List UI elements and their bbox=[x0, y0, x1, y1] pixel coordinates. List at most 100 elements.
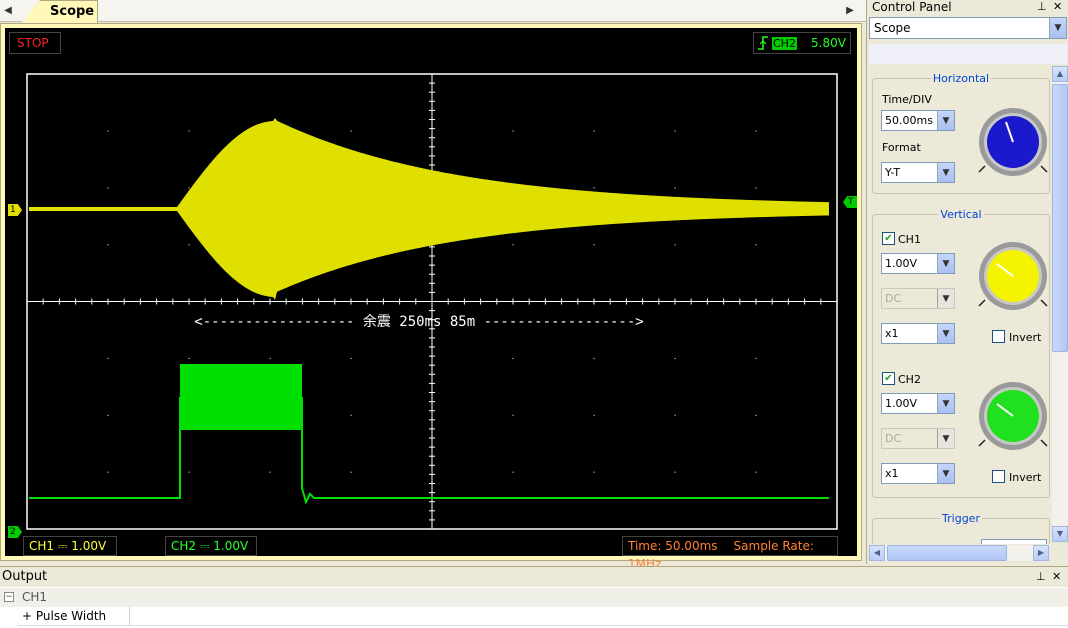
ch1-probe-select[interactable]: x1 ▼ bbox=[881, 323, 955, 344]
time-div-select[interactable]: 50.00ms ▼ bbox=[881, 110, 955, 131]
graticule-dot bbox=[269, 357, 271, 360]
ch2-label: CH2 bbox=[898, 373, 921, 386]
hscroll-thumb[interactable] bbox=[887, 545, 1007, 561]
output-tree-group[interactable]: − CH1 bbox=[0, 588, 1068, 607]
time-per-div: Time: 50.00ms bbox=[628, 539, 718, 553]
ch1-scale-readout: CH1 ⎓ 1.00V bbox=[23, 536, 117, 556]
format-select[interactable]: Y-T ▼ bbox=[881, 162, 955, 183]
scope-pane: ◀ Scope ▶ STOP CH2 5.80V <--------------… bbox=[0, 0, 866, 571]
trigger-title: Trigger bbox=[940, 512, 982, 525]
chevron-down-icon[interactable]: ▼ bbox=[1049, 18, 1066, 38]
output-tree-item[interactable]: + Pulse Width bbox=[18, 607, 1068, 626]
graticule-dot bbox=[512, 414, 514, 416]
panel-spacer bbox=[869, 44, 1067, 64]
scroll-down-icon[interactable]: ▼ bbox=[1052, 526, 1068, 542]
format-label: Format bbox=[882, 141, 921, 154]
tab-scope[interactable]: Scope bbox=[22, 0, 98, 23]
timebase-knob[interactable] bbox=[977, 106, 1049, 178]
ch1-volts-select[interactable]: 1.00V ▼ bbox=[881, 253, 955, 274]
graticule-dot bbox=[431, 471, 433, 473]
ch2-volts-knob[interactable] bbox=[977, 380, 1049, 452]
ch1-volts-knob[interactable] bbox=[977, 240, 1049, 312]
graticule-dot bbox=[674, 130, 676, 132]
graticule-dot bbox=[188, 187, 190, 189]
close-icon[interactable]: ✕ bbox=[1052, 570, 1061, 584]
mode-select[interactable]: Scope ▼ bbox=[869, 17, 1067, 39]
ch2-coupling-select[interactable]: DC ▼ bbox=[881, 428, 955, 449]
control-panel-hscrollbar[interactable]: ◀ ▶ bbox=[869, 545, 1049, 561]
vscroll-thumb[interactable] bbox=[1052, 84, 1068, 352]
app-window: ◀ Scope ▶ STOP CH2 5.80V <--------------… bbox=[0, 0, 1068, 628]
document-tab-bar: ◀ Scope ▶ bbox=[0, 0, 866, 23]
graticule-dot bbox=[593, 357, 595, 360]
timebase-readout: Time: 50.00ms Sample Rate: 1MHz bbox=[622, 536, 838, 571]
graticule-dot bbox=[107, 244, 109, 246]
output-title: Output bbox=[0, 567, 1068, 587]
graticule-dot bbox=[350, 471, 352, 473]
ch1-probe-value: x1 bbox=[885, 327, 899, 340]
ch1-enable-checkbox[interactable]: ✔ bbox=[882, 232, 895, 245]
control-panel-vscrollbar[interactable]: ▲ ▼ bbox=[1052, 66, 1068, 542]
chevron-down-icon[interactable]: ▼ bbox=[937, 111, 954, 130]
graticule-dot bbox=[188, 357, 190, 360]
ch1-volts-value: 1.00V bbox=[885, 257, 918, 270]
graticule-dot bbox=[674, 471, 676, 473]
vertical-group: Vertical ✔ CH1 1.00V ▼ DC ▼ x1 ▼ Invert bbox=[872, 208, 1050, 498]
close-icon[interactable]: ✕ bbox=[1053, 0, 1062, 14]
chevron-down-icon[interactable]: ▼ bbox=[937, 324, 954, 343]
tab-scroll-left-icon[interactable]: ◀ bbox=[0, 0, 16, 22]
output-pane: Output ⊥ ✕ − CH1 + Pulse Width bbox=[0, 566, 1068, 628]
graticule-dot bbox=[431, 130, 433, 132]
control-panel: Control Panel ⊥ ✕ Scope ▼ Horizontal Tim… bbox=[866, 0, 1068, 564]
graticule-dot bbox=[674, 414, 676, 416]
graticule-dot bbox=[593, 471, 595, 473]
chevron-down-icon[interactable]: ▼ bbox=[937, 254, 954, 273]
graticule-dot bbox=[755, 471, 757, 473]
scroll-up-icon[interactable]: ▲ bbox=[1052, 66, 1068, 82]
horizontal-title: Horizontal bbox=[930, 72, 992, 85]
graticule-dot bbox=[431, 357, 433, 360]
graticule-dot bbox=[593, 244, 595, 246]
control-panel-body: Horizontal Time/DIV 50.00ms ▼ Format Y-T… bbox=[869, 64, 1067, 544]
format-value: Y-T bbox=[885, 166, 901, 179]
chevron-down-icon[interactable]: ▼ bbox=[937, 464, 954, 483]
tab-scroll-right-icon[interactable]: ▶ bbox=[842, 0, 858, 22]
time-div-value: 50.00ms bbox=[885, 114, 933, 127]
ch2-volts-select[interactable]: 1.00V ▼ bbox=[881, 393, 955, 414]
ch2-scale-readout: CH2 ⎓ 1.00V bbox=[165, 536, 257, 556]
graticule-dot bbox=[755, 130, 757, 132]
output-group-label: CH1 bbox=[22, 590, 48, 604]
ch2-invert-checkbox[interactable] bbox=[992, 470, 1005, 483]
chevron-down-icon: ▼ bbox=[937, 429, 954, 448]
waveform-display[interactable]: <------------------ 余震 250ms 85m -------… bbox=[5, 28, 857, 556]
graticule-dot bbox=[269, 471, 271, 473]
graticule-dot bbox=[593, 187, 595, 189]
chevron-down-icon[interactable]: ▼ bbox=[937, 394, 954, 413]
pulse-width-label: + Pulse Width bbox=[18, 607, 130, 626]
chevron-down-icon[interactable]: ▼ bbox=[937, 163, 954, 182]
chevron-down-icon: ▼ bbox=[937, 289, 954, 308]
graticule-dot bbox=[107, 130, 109, 132]
graticule-dot bbox=[107, 357, 109, 360]
collapse-icon[interactable]: − bbox=[4, 592, 14, 602]
ch2-burst bbox=[180, 364, 302, 430]
ch2-coupling-value: DC bbox=[885, 432, 902, 445]
graticule-dot bbox=[431, 414, 433, 416]
ch1-coupling-select[interactable]: DC ▼ bbox=[881, 288, 955, 309]
ch1-invert-label: Invert bbox=[1009, 331, 1042, 344]
scroll-right-icon[interactable]: ▶ bbox=[1033, 545, 1049, 561]
ch1-invert-checkbox[interactable] bbox=[992, 330, 1005, 343]
graticule-dot bbox=[350, 130, 352, 132]
mode-select-value: Scope bbox=[874, 21, 911, 35]
scroll-left-icon[interactable]: ◀ bbox=[869, 545, 885, 561]
pin-icon[interactable]: ⊥ bbox=[1036, 570, 1046, 584]
ch2-enable-checkbox[interactable]: ✔ bbox=[882, 372, 895, 385]
trigger-select[interactable] bbox=[981, 539, 1047, 544]
ch2-invert-label: Invert bbox=[1009, 471, 1042, 484]
graticule-dot bbox=[107, 187, 109, 189]
graticule-dot bbox=[674, 187, 676, 189]
ch1-waveform bbox=[29, 118, 829, 300]
ch2-probe-select[interactable]: x1 ▼ bbox=[881, 463, 955, 484]
scope-screen[interactable]: STOP CH2 5.80V <------------------ 余震 25… bbox=[5, 28, 857, 571]
pin-icon[interactable]: ⊥ bbox=[1037, 0, 1047, 14]
